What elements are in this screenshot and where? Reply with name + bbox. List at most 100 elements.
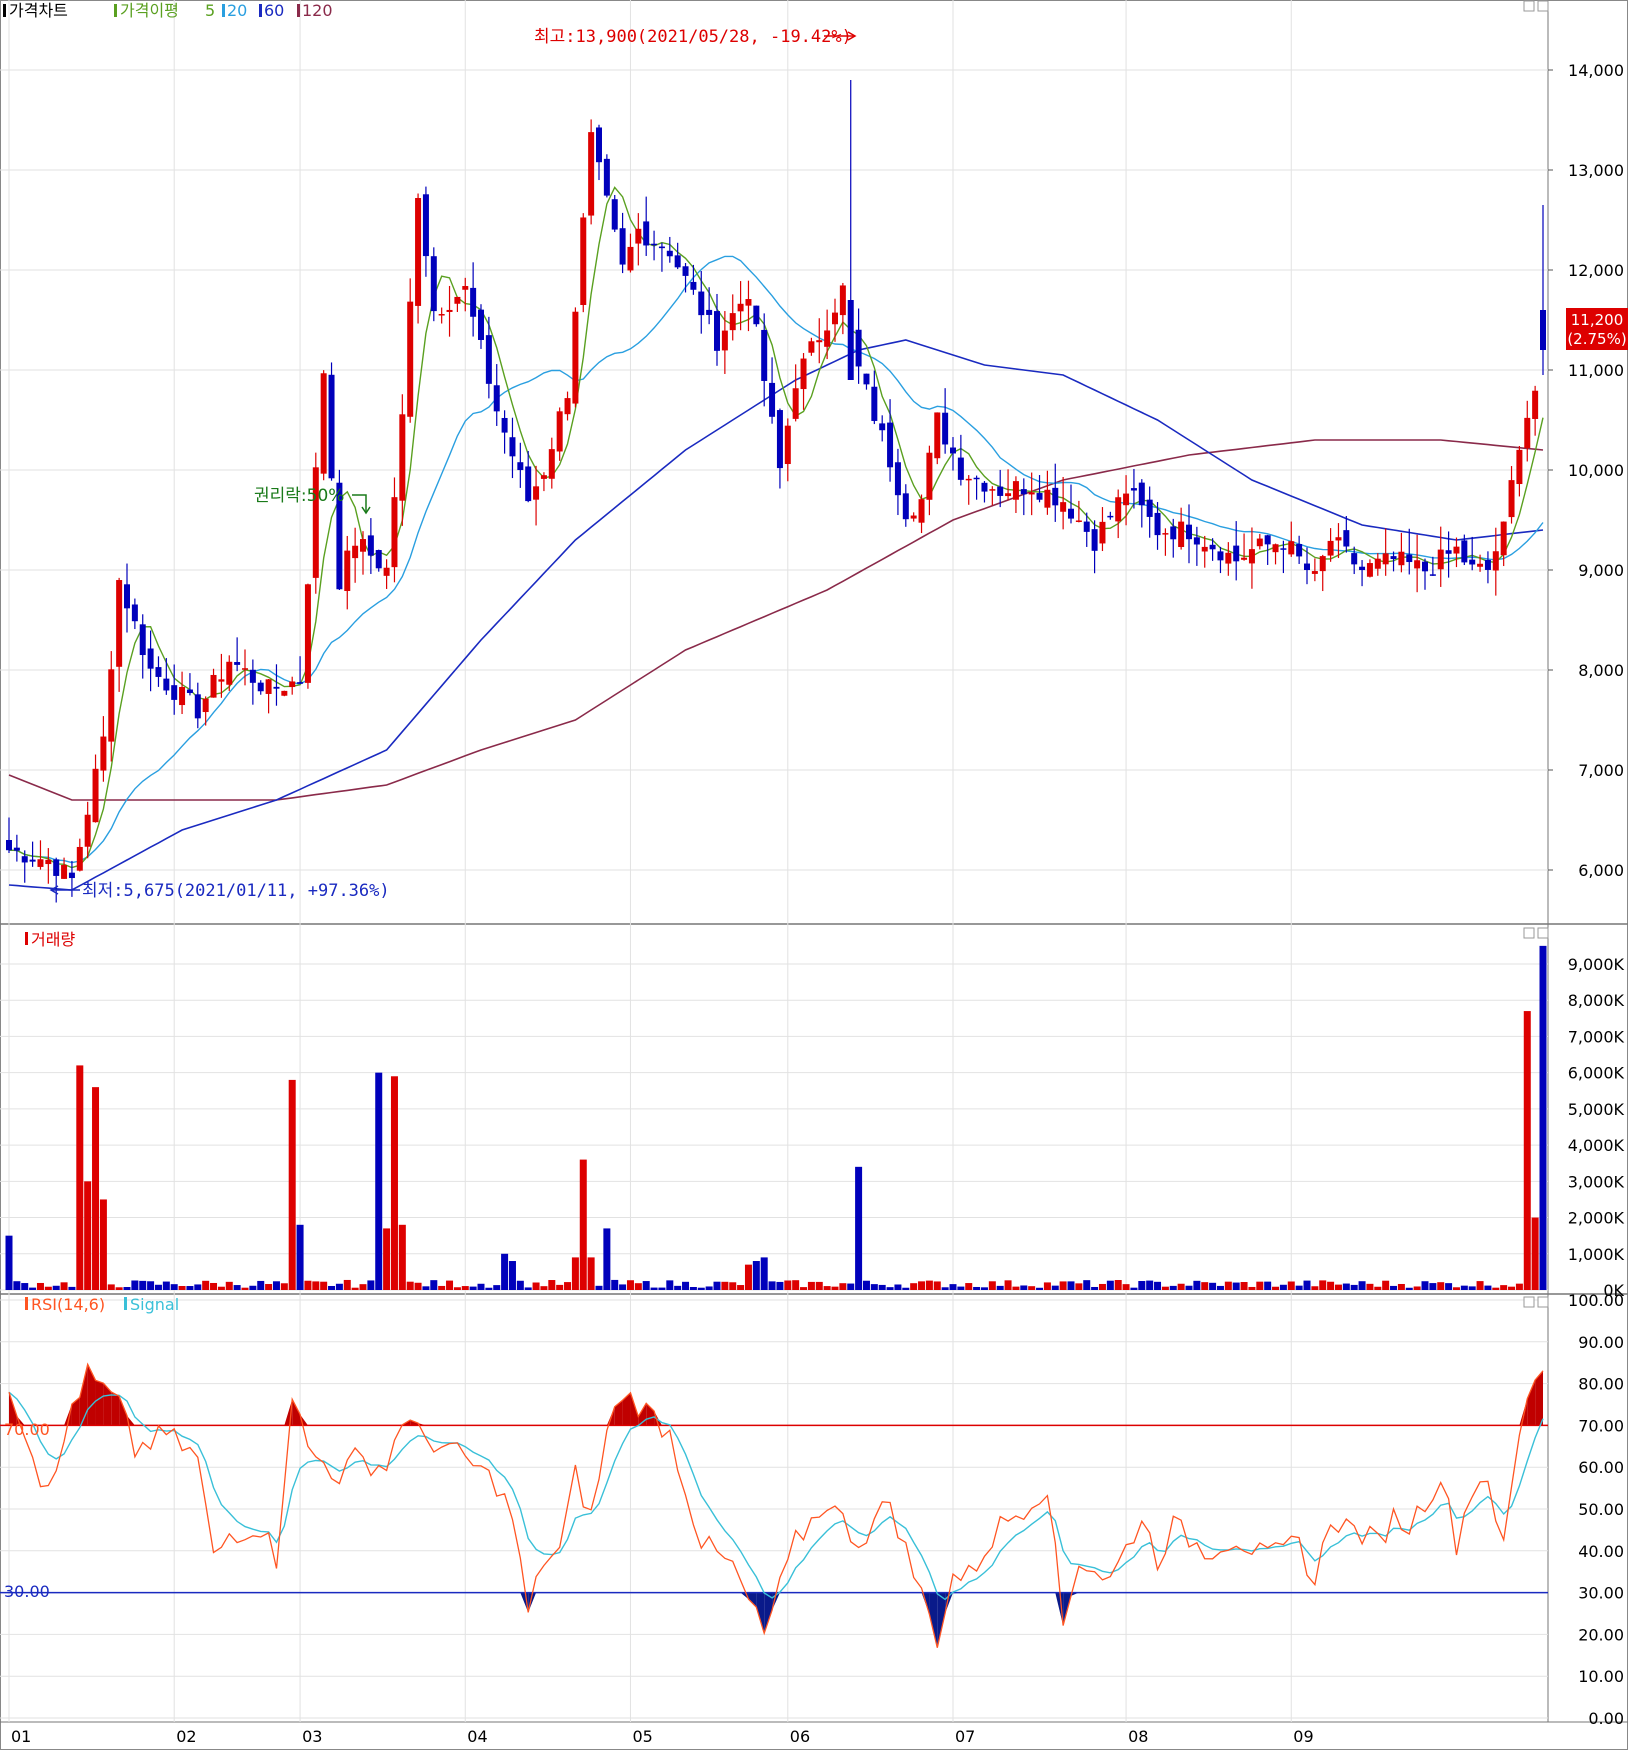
- volume-bar: [579, 1159, 587, 1290]
- legend-ma20[interactable]: 20: [227, 1, 247, 20]
- volume-bar: [1350, 1284, 1358, 1290]
- candle-body: [588, 132, 595, 216]
- volume-bar: [233, 1285, 241, 1290]
- candle-body: [1469, 559, 1476, 565]
- candle-body: [415, 198, 422, 306]
- volume-bar: [1185, 1285, 1193, 1290]
- rsi-minimize-button[interactable]: [1523, 1296, 1535, 1308]
- volume-bar: [941, 1287, 949, 1290]
- volume-bar: [312, 1281, 320, 1290]
- candle-body: [1123, 493, 1130, 506]
- volume-bar: [1106, 1280, 1114, 1290]
- volume-bar: [603, 1228, 611, 1290]
- price-minimize-button[interactable]: [1523, 0, 1535, 12]
- candle-body: [1044, 489, 1051, 508]
- rsi-tick-label: 90.00: [1578, 1333, 1624, 1352]
- candle-body: [942, 412, 949, 445]
- legend-price-chart[interactable]: 가격차트: [9, 1, 68, 20]
- candle-body: [847, 300, 854, 380]
- volume-bar: [650, 1287, 658, 1290]
- rsi-close-button[interactable]: [1537, 1296, 1549, 1308]
- volume-bar: [320, 1281, 328, 1290]
- candle-body: [753, 305, 760, 325]
- legend-ma-label[interactable]: 가격이평: [120, 1, 179, 20]
- candle-body: [525, 466, 532, 502]
- volume-bar: [1531, 1217, 1539, 1290]
- candle-body: [1477, 563, 1484, 567]
- x-tick-label: 04: [467, 1727, 487, 1746]
- candle-body: [1178, 521, 1185, 547]
- legend-volume[interactable]: 거래량: [31, 930, 75, 949]
- volume-bar: [29, 1287, 37, 1290]
- current-price-change: (2.75%): [1567, 330, 1626, 348]
- candle-body: [1453, 546, 1460, 554]
- candle-body: [1374, 558, 1381, 569]
- volume-bar: [249, 1285, 257, 1290]
- candle-body: [855, 329, 862, 367]
- volume-tick-label: 3,000K: [1568, 1172, 1625, 1191]
- candle-body: [824, 330, 831, 347]
- volume-bar: [406, 1281, 414, 1290]
- volume-bar: [674, 1285, 682, 1290]
- volume-bar: [1264, 1281, 1272, 1290]
- volume-bar: [501, 1253, 509, 1290]
- candle-body: [674, 255, 681, 268]
- volume-bar: [1476, 1281, 1484, 1290]
- candle-body: [1524, 417, 1531, 449]
- volume-bar: [1303, 1280, 1311, 1290]
- volume-close-button[interactable]: [1537, 927, 1549, 939]
- volume-bar: [1445, 1283, 1453, 1290]
- candle-body: [37, 859, 44, 867]
- candle-body: [186, 689, 193, 693]
- legend-marker-ma120: [297, 4, 300, 17]
- legend-signal[interactable]: Signal: [130, 1295, 179, 1314]
- volume-bar: [815, 1281, 823, 1290]
- volume-bar: [870, 1284, 878, 1290]
- price-tick-label: 12,000: [1568, 261, 1624, 280]
- candle-body: [1327, 540, 1334, 556]
- volume-bar: [1161, 1286, 1169, 1290]
- volume-bar: [556, 1284, 564, 1290]
- volume-bar: [1224, 1281, 1232, 1290]
- candle-body: [1052, 487, 1059, 506]
- volume-bar: [516, 1280, 524, 1290]
- volume-bar: [265, 1284, 273, 1290]
- volume-bar: [477, 1283, 485, 1290]
- price-close-button[interactable]: [1537, 0, 1549, 12]
- legend-rsi[interactable]: RSI(14,6): [31, 1295, 105, 1314]
- candle-body: [989, 489, 996, 491]
- volume-bar: [1342, 1283, 1350, 1290]
- candle-body: [1099, 521, 1106, 544]
- volume-bar: [194, 1284, 202, 1290]
- candle-body: [1390, 556, 1397, 560]
- price-tick-label: 9,000: [1578, 561, 1624, 580]
- volume-bar: [343, 1279, 351, 1290]
- candle-body: [556, 411, 563, 452]
- candle-body: [375, 550, 382, 569]
- volume-bar: [5, 1235, 13, 1290]
- volume-bar: [1279, 1284, 1287, 1290]
- volume-bar: [68, 1286, 76, 1290]
- candle-body: [517, 462, 524, 471]
- legend-ma5[interactable]: 5: [205, 1, 215, 20]
- price-legend: 가격차트 가격이평 5 20 60 120: [3, 1, 333, 20]
- candle-body: [328, 374, 335, 479]
- volume-bar: [894, 1284, 902, 1290]
- volume-bar: [304, 1280, 312, 1290]
- candle-body: [289, 681, 296, 688]
- volume-bar: [1240, 1282, 1248, 1290]
- volume-bar: [1421, 1281, 1429, 1290]
- candle-body: [540, 475, 547, 479]
- chart-background: [0, 0, 1628, 1750]
- volume-bar: [13, 1281, 21, 1290]
- volume-bar: [36, 1282, 44, 1290]
- candle-body: [1225, 552, 1232, 564]
- volume-bar: [548, 1280, 556, 1290]
- volume-bar: [453, 1287, 461, 1290]
- candle-body: [1359, 566, 1366, 571]
- legend-ma60[interactable]: 60: [264, 1, 284, 20]
- volume-bar: [328, 1285, 336, 1290]
- legend-ma120[interactable]: 120: [302, 1, 333, 20]
- volume-minimize-button[interactable]: [1523, 927, 1535, 939]
- candle-body: [1532, 390, 1539, 419]
